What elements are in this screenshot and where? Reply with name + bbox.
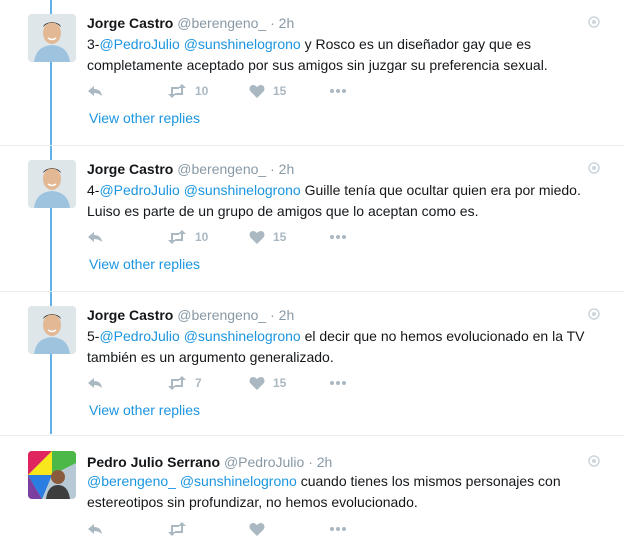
thread-connector-line [50, 0, 52, 434]
author-handle[interactable]: @berengeno_ [177, 15, 266, 31]
separator: · [270, 307, 275, 323]
retweet-icon [168, 84, 186, 98]
author-handle[interactable]: @berengeno_ [177, 307, 266, 323]
tweet-header: Jorge Castro @berengeno_ · 2h [87, 160, 294, 178]
reply-icon [88, 524, 102, 534]
avatar[interactable] [28, 451, 76, 499]
reply-button[interactable] [87, 520, 103, 538]
retweet-button[interactable] [167, 520, 187, 538]
author-name[interactable]: Jorge Castro [87, 15, 173, 31]
tweet-header: Jorge Castro @berengeno_ · 2h [87, 306, 294, 324]
avatar[interactable] [28, 306, 76, 354]
view-other-replies-link[interactable]: View other replies [89, 256, 200, 272]
retweet-button[interactable]: 10 [167, 82, 208, 100]
more-dots-icon [330, 89, 346, 93]
divider [0, 435, 624, 436]
tweet-header: Jorge Castro @berengeno_ · 2h [87, 14, 294, 32]
tweet-text: 3-@PedroJulio @sunshinelogrono y Rosco e… [87, 34, 607, 76]
author-handle[interactable]: @PedroJulio [224, 454, 304, 470]
view-other-replies-link[interactable]: View other replies [89, 110, 200, 126]
person-avatar-icon [28, 160, 76, 208]
timestamp[interactable]: 2h [279, 15, 295, 31]
separator: · [270, 15, 275, 31]
more-button[interactable] [329, 82, 347, 100]
tweet-text: 4-@PedroJulio @sunshinelogrono Guille te… [87, 180, 607, 222]
like-count: 15 [273, 84, 287, 98]
tweet-number: 5- [87, 328, 100, 344]
reply-button[interactable] [87, 82, 103, 100]
avatar[interactable] [28, 14, 76, 62]
mention-link[interactable]: @sunshinelogrono [180, 473, 297, 489]
reply-icon [88, 378, 102, 388]
divider [0, 291, 624, 292]
more-button[interactable] [329, 520, 347, 538]
heart-icon [249, 376, 265, 390]
author-name[interactable]: Pedro Julio Serrano [87, 454, 220, 470]
like-button[interactable]: 15 [249, 374, 286, 392]
tweet-number: 4- [87, 182, 100, 198]
timestamp[interactable]: 2h [317, 454, 333, 470]
person-avatar-icon [28, 306, 76, 354]
tweet-number: 3- [87, 36, 100, 52]
globe-icon[interactable] [588, 455, 600, 467]
more-dots-icon [330, 527, 346, 531]
tweet-header: Pedro Julio Serrano @PedroJulio · 2h [87, 453, 332, 471]
tweet-actions: 10 15 [87, 228, 387, 246]
like-button[interactable]: 15 [249, 82, 286, 100]
retweet-count: 10 [195, 230, 209, 244]
mention-link[interactable]: @PedroJulio [99, 36, 179, 52]
mention-link[interactable]: @sunshinelogrono [184, 182, 301, 198]
reply-button[interactable] [87, 228, 103, 246]
mention-link[interactable]: @sunshinelogrono [184, 36, 301, 52]
like-count: 15 [273, 376, 287, 390]
reply-icon [88, 86, 102, 96]
author-name[interactable]: Jorge Castro [87, 307, 173, 323]
person-avatar-icon [28, 14, 76, 62]
like-count: 15 [273, 230, 287, 244]
tweet-text: 5-@PedroJulio @sunshinelogrono el decir … [87, 326, 607, 368]
rainbow-umbrella-avatar-icon [28, 451, 76, 499]
retweet-count: 10 [195, 84, 209, 98]
divider [0, 145, 624, 146]
like-button[interactable] [249, 520, 265, 538]
conversation-thread: Jorge Castro @berengeno_ · 2h 3-@PedroJu… [0, 0, 624, 543]
separator: · [308, 454, 313, 470]
mention-link[interactable]: @PedroJulio [99, 328, 179, 344]
tweet-text: @berengeno_ @sunshinelogrono cuando tien… [87, 471, 607, 513]
avatar[interactable] [28, 160, 76, 208]
author-name[interactable]: Jorge Castro [87, 161, 173, 177]
retweet-button[interactable]: 7 [167, 374, 202, 392]
author-handle[interactable]: @berengeno_ [177, 161, 266, 177]
globe-icon[interactable] [588, 16, 600, 28]
more-dots-icon [330, 381, 346, 385]
heart-icon [249, 522, 265, 536]
retweet-icon [168, 230, 186, 244]
tweet-actions: 7 15 [87, 374, 387, 392]
view-other-replies-link[interactable]: View other replies [89, 402, 200, 418]
retweet-icon [168, 376, 186, 390]
reply-button[interactable] [87, 374, 103, 392]
tweet-actions: 10 15 [87, 82, 387, 100]
separator: · [270, 161, 275, 177]
more-button[interactable] [329, 374, 347, 392]
mention-link[interactable]: @sunshinelogrono [184, 328, 301, 344]
mention-link[interactable]: @PedroJulio [99, 182, 179, 198]
globe-icon[interactable] [588, 308, 600, 320]
retweet-icon [168, 522, 186, 536]
timestamp[interactable]: 2h [279, 307, 295, 323]
tweet-actions [87, 520, 387, 538]
heart-icon [249, 230, 265, 244]
more-button[interactable] [329, 228, 347, 246]
globe-icon[interactable] [588, 162, 600, 174]
heart-icon [249, 84, 265, 98]
timestamp[interactable]: 2h [279, 161, 295, 177]
reply-icon [88, 232, 102, 242]
mention-link[interactable]: @berengeno_ [87, 473, 176, 489]
retweet-button[interactable]: 10 [167, 228, 208, 246]
like-button[interactable]: 15 [249, 228, 286, 246]
more-dots-icon [330, 235, 346, 239]
retweet-count: 7 [195, 376, 202, 390]
